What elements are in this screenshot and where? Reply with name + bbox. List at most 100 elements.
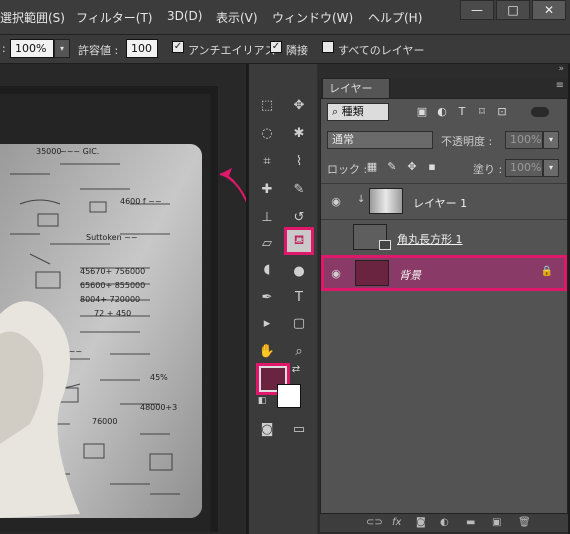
background-layer-thumbnail xyxy=(355,260,389,286)
layer-opacity-field[interactable]: 100% xyxy=(505,131,543,149)
svg-text:4600 f ~~: 4600 f ~~ xyxy=(120,197,162,206)
eye-icon[interactable]: ◉ xyxy=(329,195,343,209)
zoom-tool-icon[interactable]: ⌕ xyxy=(287,340,311,362)
crop-tool-icon[interactable]: ⌗ xyxy=(255,150,279,172)
lock-all-icon[interactable]: ▪ xyxy=(425,160,439,174)
healing-brush-tool-icon[interactable]: ✚ xyxy=(255,178,279,200)
lock-transparent-icon[interactable]: ▦ xyxy=(365,160,379,174)
panel-collapse-icon[interactable]: » xyxy=(558,64,564,74)
paint-bucket-icon[interactable]: ⛾ xyxy=(284,227,314,255)
layer-opacity-dropdown[interactable]: ▾ xyxy=(543,131,559,149)
svg-text:8004+ 720000: 8004+ 720000 xyxy=(80,295,140,304)
layer-name[interactable]: 角丸長方形 1 xyxy=(397,231,463,247)
delete-layer-icon[interactable]: 🗑 xyxy=(518,517,531,528)
layer-name[interactable]: 背景 xyxy=(399,267,421,283)
all-layers-checkbox[interactable] xyxy=(322,41,334,53)
brush-tool-icon[interactable]: ✎ xyxy=(287,178,311,200)
fill-dropdown[interactable]: ▾ xyxy=(543,159,559,177)
layer-row[interactable]: 角丸長方形 1 xyxy=(321,219,567,255)
filter-pixel-icon[interactable]: ▣ xyxy=(415,105,429,119)
layer-row-selected[interactable]: ◉ 背景 🔒 xyxy=(321,255,567,291)
svg-text:76000: 76000 xyxy=(92,417,117,426)
marquee-tool-icon[interactable]: ⬚ xyxy=(255,94,279,116)
filter-smart-object-icon[interactable]: ⊡ xyxy=(495,105,509,119)
contiguous-checkbox[interactable]: ✓ xyxy=(270,41,282,53)
panel-menu-icon[interactable]: ≡ xyxy=(556,80,564,91)
filter-shape-icon[interactable]: ⌑ xyxy=(475,105,489,119)
hand-tool-icon[interactable]: ✋ xyxy=(255,340,279,362)
svg-text:48000+3: 48000+3 xyxy=(140,403,177,412)
menu-select[interactable]: 選択範囲(S) xyxy=(0,9,65,26)
filter-type-icon[interactable]: T xyxy=(455,105,469,119)
lock-icon: 🔒 xyxy=(540,266,553,277)
svg-text:45670+ 756000: 45670+ 756000 xyxy=(80,267,145,276)
menu-view[interactable]: 表示(V) xyxy=(216,9,258,26)
minimize-button[interactable]: — xyxy=(460,0,494,20)
layer-filter-value: 種類 xyxy=(341,105,364,118)
opacity-field[interactable]: 100% xyxy=(10,39,54,58)
svg-text:~~~ GIC.: ~~~ GIC. xyxy=(60,147,99,156)
layers-panel: » レイヤー ≡ ⌕ 種類 ▣ ◐ T ⌑ ⊡ 通常 不透明度 : 100% ▾… xyxy=(318,64,570,534)
svg-text:Suttoken ~~: Suttoken ~~ xyxy=(86,233,138,242)
opacity-dropdown-button[interactable]: ▾ xyxy=(54,39,70,58)
opacity-colon: : xyxy=(2,42,6,55)
fill-field[interactable]: 100% xyxy=(505,159,543,177)
document: 35000 ~~~ GIC. 4600 f ~~ Suttoken ~~ 456… xyxy=(0,94,210,532)
layer-name[interactable]: レイヤー 1 xyxy=(413,195,467,211)
magic-wand-tool-icon[interactable]: ✱ xyxy=(287,122,311,144)
lock-pixels-icon[interactable]: ✎ xyxy=(385,160,399,174)
layer-filter-select[interactable]: ⌕ 種類 xyxy=(327,103,389,121)
screen-mode-icon[interactable]: ▭ xyxy=(287,418,311,440)
eye-icon[interactable]: ◉ xyxy=(329,267,343,281)
blur-tool-icon[interactable]: ◖ xyxy=(255,258,279,280)
svg-text:45%: 45% xyxy=(150,373,168,382)
path-selection-tool-icon[interactable]: ▸ xyxy=(255,312,279,334)
menu-help[interactable]: ヘルプ(H) xyxy=(368,9,422,26)
add-mask-icon[interactable]: ◙ xyxy=(416,517,426,528)
rectangle-tool-icon[interactable]: ▢ xyxy=(287,312,311,334)
tolerance-label: 許容値 : xyxy=(78,44,119,57)
new-layer-icon[interactable]: ▣ xyxy=(492,517,501,528)
layer-thumbnail xyxy=(369,188,403,214)
svg-text:35000: 35000 xyxy=(36,147,61,156)
panel-header-strip: » xyxy=(318,64,570,78)
contiguous-label: 隣接 xyxy=(286,44,308,57)
quick-mask-icon[interactable]: ◙ xyxy=(255,418,279,440)
tab-layers[interactable]: レイヤー xyxy=(322,78,390,98)
maximize-button[interactable]: □ xyxy=(496,0,530,20)
swap-colors-icon[interactable]: ⇄ xyxy=(289,362,303,376)
eyedropper-tool-icon[interactable]: ⌇ xyxy=(287,150,311,172)
pen-tool-icon[interactable]: ✒ xyxy=(255,286,279,308)
fx-icon[interactable]: fx xyxy=(392,517,401,528)
lasso-tool-icon[interactable]: ◌ xyxy=(255,122,279,144)
whiteboard-illustration: 35000 ~~~ GIC. 4600 f ~~ Suttoken ~~ 456… xyxy=(0,144,202,518)
clone-stamp-tool-icon[interactable]: ⊥ xyxy=(255,206,279,228)
move-tool-icon[interactable]: ✥ xyxy=(287,94,311,116)
adjustment-layer-icon[interactable]: ◐ xyxy=(440,517,449,528)
menu-3d[interactable]: 3D(D) xyxy=(167,9,202,23)
dodge-tool-icon[interactable]: ● xyxy=(287,260,311,282)
default-colors-icon[interactable]: ◧ xyxy=(255,394,269,408)
filter-adjustment-icon[interactable]: ◐ xyxy=(435,105,449,119)
layer-row[interactable]: ◉ ↓ レイヤー 1 xyxy=(321,183,567,219)
filter-toggle[interactable] xyxy=(531,107,549,117)
menu-window[interactable]: ウィンドウ(W) xyxy=(272,9,353,26)
svg-text:65600+ 855000: 65600+ 855000 xyxy=(80,281,145,290)
link-layers-icon[interactable]: ⊂⊃ xyxy=(366,517,383,528)
history-brush-tool-icon[interactable]: ↺ xyxy=(287,206,311,228)
canvas-area[interactable]: 35000 ~~~ GIC. 4600 f ~~ Suttoken ~~ 456… xyxy=(0,64,257,534)
toolbox: ⬚ ✥ ◌ ✱ ⌗ ⌇ ✚ ✎ ⊥ ↺ ▱ ⛾ ◖ ● ✒ T ▸ ▢ ✋ ⌕ … xyxy=(248,64,317,534)
antialias-checkbox[interactable]: ✓ xyxy=(172,41,184,53)
tolerance-field[interactable]: 100 xyxy=(126,39,158,58)
eraser-tool-icon[interactable]: ▱ xyxy=(255,232,279,254)
svg-text:72 + 450: 72 + 450 xyxy=(94,309,131,318)
background-color-swatch[interactable] xyxy=(277,384,301,408)
blend-mode-select[interactable]: 通常 xyxy=(327,131,433,149)
menu-filter[interactable]: フィルター(T) xyxy=(76,9,152,26)
canvas-photo[interactable]: 35000 ~~~ GIC. 4600 f ~~ Suttoken ~~ 456… xyxy=(0,144,202,518)
lock-position-icon[interactable]: ✥ xyxy=(405,160,419,174)
close-button[interactable]: ✕ xyxy=(532,0,566,20)
new-group-icon[interactable]: ▬ xyxy=(466,517,475,528)
all-layers-label: すべてのレイヤー xyxy=(338,44,425,57)
type-tool-icon[interactable]: T xyxy=(287,286,311,308)
